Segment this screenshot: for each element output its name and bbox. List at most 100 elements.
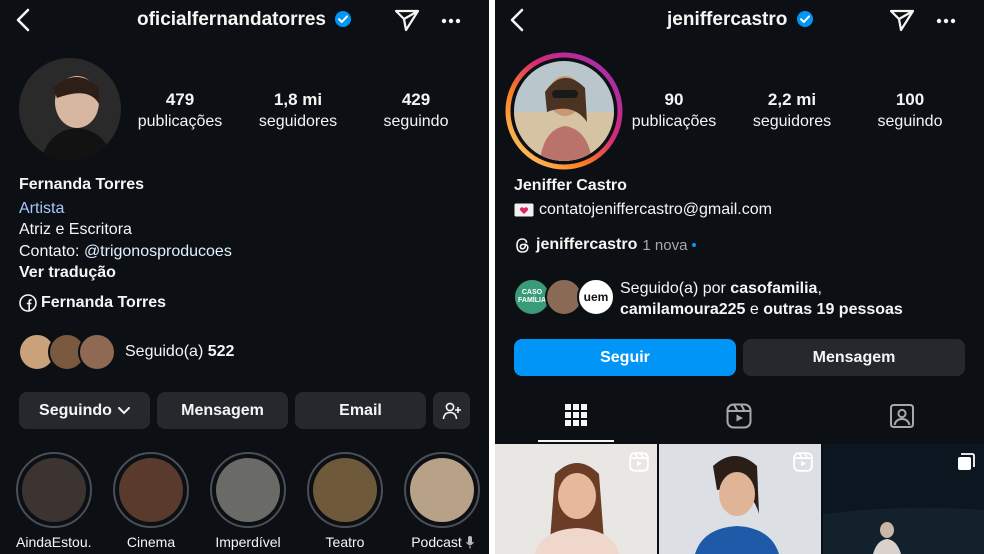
stat-following-label: seguindo [383,113,449,130]
post-thumbnail[interactable] [823,444,984,554]
reels-tab-icon[interactable] [726,403,752,429]
highlight-ring [113,452,189,528]
carousel-indicator-icon [957,453,975,471]
threads-new-badge: 1 nova [642,236,688,254]
profile-category: Artista [19,200,65,217]
bio-contact: Contato: @trigonosproducoes [19,243,232,261]
profile-avatar-story-ring[interactable] [505,52,623,170]
highlight-item[interactable]: Podcast [404,452,482,550]
mutual-avatar-text: CASO FAMÍLIA [518,289,546,304]
share-icon[interactable] [394,8,420,32]
highlight-item[interactable]: Imperdível [210,452,286,550]
highlight-ring [16,452,92,528]
message-button[interactable]: Mensagem [157,392,288,429]
threads-handle: jeniffercastro [536,236,638,253]
mutual-avatar: uem [577,278,615,316]
highlight-label-row: Podcast [404,534,482,550]
threads-link[interactable]: jeniffercastro 1 nova [514,236,697,254]
love-letter-icon [514,203,534,217]
message-button-label: Mensagem [181,401,264,419]
facebook-link-label: Fernanda Torres [41,294,167,311]
stat-posts-value: 479 [165,90,195,109]
highlight-cover [313,458,377,522]
stat-following-label: seguindo [877,113,943,130]
threads-new-dot [692,243,697,247]
profile-name: Fernanda Torres [19,176,145,193]
back-arrow-icon[interactable] [508,8,528,32]
followed-by-user[interactable]: casofamilia [730,280,817,297]
tagged-tab-icon[interactable] [889,403,915,429]
post-thumbnail[interactable] [659,444,821,554]
bio-line: Atriz e Escritora [19,221,132,238]
stat-posts-label: publicações [137,113,223,130]
bio-email: contatojeniffercastro@gmail.com [539,201,772,218]
post-thumbnail[interactable] [495,444,657,554]
see-translation-link[interactable]: Ver tradução [19,264,116,282]
highlight-ring [404,452,480,528]
stat-followers[interactable]: 1,8 mi seguidores [252,90,344,131]
microphone-icon [465,535,475,549]
followed-by-count: 522 [207,343,235,360]
reel-indicator-icon [793,452,813,472]
email-button-label: Email [339,401,382,419]
highlight-label: Cinema [126,534,176,550]
stat-followers-label: seguidores [752,113,832,130]
username: oficialfernandatorres [137,9,326,30]
stat-posts-value: 90 [664,90,684,109]
username: jeniffercastro [667,9,788,30]
grid-tab-icon[interactable] [564,403,588,427]
message-button[interactable]: Mensagem [743,339,965,376]
followed-by-avatars[interactable]: CASO FAMÍLIA uem [513,278,615,318]
followed-by-text[interactable]: Seguido(a) 522 [125,343,234,361]
facebook-link[interactable]: Fernanda Torres [19,294,166,312]
stat-following-value: 429 [401,90,431,109]
email-button[interactable]: Email [295,392,426,429]
chevron-down-icon [117,406,130,415]
highlight-cover [22,458,86,522]
stat-following[interactable]: 100 seguindo [864,90,956,131]
following-button-label: Seguindo [39,401,112,419]
profile-avatar[interactable] [19,58,121,160]
highlight-item[interactable]: AindaEstou... [16,452,92,550]
more-options-icon[interactable] [936,18,956,24]
followed-by-avatars[interactable] [18,333,118,373]
highlight-item[interactable]: Teatro [307,452,383,550]
add-person-icon [442,402,462,420]
stat-followers-label: seguidores [258,113,338,130]
more-options-icon[interactable] [441,18,461,24]
highlight-ring [307,452,383,528]
followed-by-user[interactable]: camilamoura225 [620,301,745,318]
contact-handle-link[interactable]: @trigonosproducoes [84,243,232,260]
message-button-label: Mensagem [812,348,896,366]
share-icon[interactable] [889,8,915,32]
mutual-avatar [78,333,116,371]
stat-following[interactable]: 429 seguindo [370,90,462,131]
followed-by-text[interactable]: Seguido(a) por casofamilia, camilamoura2… [620,278,903,320]
highlight-item[interactable]: Cinema [113,452,189,550]
highlight-cover [119,458,183,522]
back-arrow-icon[interactable] [14,8,34,32]
stat-posts[interactable]: 90 publicações [628,90,720,131]
threads-icon [514,237,531,254]
follow-button[interactable]: Seguir [514,339,736,376]
stat-followers-value: 2,2 mi [767,90,817,109]
verified-badge-icon [334,10,352,28]
profile-name: Jeniffer Castro [514,177,627,194]
followed-by-prefix: Seguido(a) por [620,280,731,297]
highlight-ring [210,452,286,528]
followed-by-comma: , [817,280,822,297]
stat-following-value: 100 [895,90,925,109]
following-button[interactable]: Seguindo [19,392,150,429]
stat-posts[interactable]: 479 publicações [134,90,226,131]
followed-by-rest[interactable]: outras 19 pessoas [763,301,903,318]
verified-badge-icon [796,10,814,28]
stat-followers[interactable]: 2,2 mi seguidores [746,90,838,131]
bio-contact-prefix: Contato: [19,243,84,260]
facebook-icon [19,294,37,312]
highlight-label: Teatro [325,534,365,550]
follow-button-label: Seguir [600,348,650,366]
highlight-cover [410,458,474,522]
stat-posts-label: publicações [631,113,717,130]
add-person-button[interactable] [433,392,470,429]
left-profile-screen: oficialfernandatorres 479 publicações 1,… [0,0,489,554]
